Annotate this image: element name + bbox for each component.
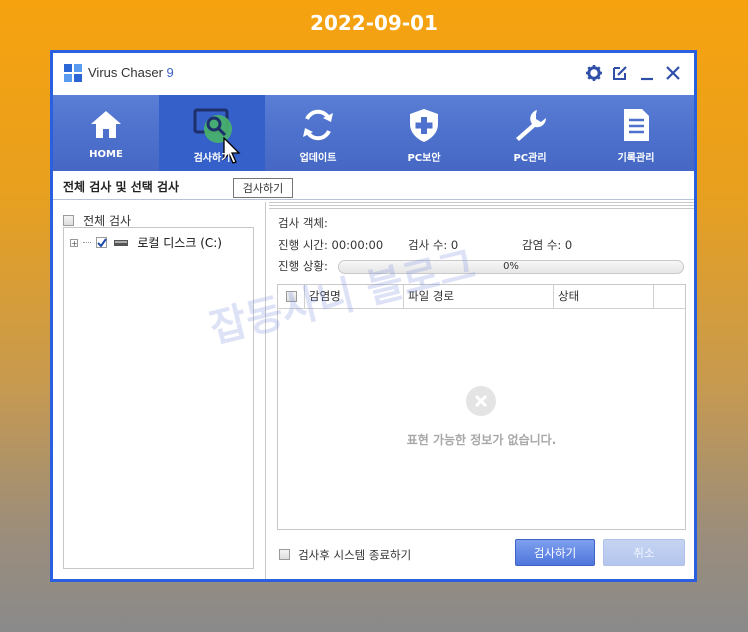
tree-expand-icon[interactable]: + (70, 238, 78, 247)
check-mark-icon (97, 238, 108, 248)
tool-home[interactable]: HOME (53, 95, 159, 171)
app-logo-icon (64, 64, 82, 82)
tool-scan[interactable]: 검사하기 (159, 95, 265, 171)
shutdown-label: 검사후 시스템 종료하기 (298, 548, 412, 562)
local-disk-label: 로컬 디스크 (C:) (137, 236, 222, 250)
tree-connector (83, 242, 92, 243)
pane-separator (265, 202, 266, 579)
document-icon (624, 109, 649, 141)
section-title: 전체 검사 및 선택 검사 (63, 180, 180, 194)
tool-pc-manage[interactable]: PC관리 (477, 95, 583, 171)
app-title: Virus Chaser 9 (88, 65, 174, 80)
edit-icon[interactable] (611, 64, 629, 82)
scan-target-label: 검사 객체: (278, 216, 328, 230)
local-disk-checkbox[interactable] (96, 237, 108, 248)
tool-update[interactable]: 업데이트 (265, 95, 371, 171)
tree-item-local-disk[interactable]: + 로컬 디스크 (C:) (70, 232, 222, 251)
wrench-icon (516, 110, 547, 141)
tool-pc-security-label: PC보안 (407, 153, 441, 164)
empty-x-icon (466, 386, 496, 416)
empty-message: 표현 가능한 정보가 없습니다. (406, 433, 557, 447)
progress-value: 0% (503, 261, 519, 272)
drive-tree: + 로컬 디스크 (C:) (63, 227, 254, 569)
shutdown-checkbox[interactable] (279, 549, 290, 560)
app-window: Virus Chaser 9 HOME 검사하기 업데이트 PC보안 PC관리 … (50, 50, 697, 582)
shutdown-option[interactable]: 검사후 시스템 종료하기 (279, 544, 411, 563)
cancel-button[interactable]: 취소 (603, 539, 685, 566)
minimize-icon[interactable] (638, 64, 656, 82)
app-version: 9 (166, 65, 174, 80)
refresh-icon (303, 109, 333, 141)
tool-history[interactable]: 기록관리 (583, 95, 689, 171)
title-bar: Virus Chaser 9 (53, 53, 694, 95)
app-window-content: Virus Chaser 9 HOME 검사하기 업데이트 PC보안 PC관리 … (53, 53, 694, 579)
right-pane-header-stripe (269, 202, 694, 209)
tooltip: 검사하기 (233, 178, 293, 198)
disk-drive-icon (114, 239, 129, 246)
app-title-text: Virus Chaser (88, 65, 163, 80)
tool-history-label: 기록관리 (617, 153, 655, 164)
tool-pc-manage-label: PC관리 (513, 153, 547, 164)
tool-pc-security[interactable]: PC보안 (371, 95, 477, 171)
column-header-status[interactable]: 상태 (554, 285, 654, 308)
full-scan-checkbox[interactable] (63, 215, 74, 226)
scan-button[interactable]: 검사하기 (515, 539, 595, 566)
tool-update-label: 업데이트 (299, 153, 337, 164)
infected-count-label: 감염 수: 0 (522, 238, 573, 252)
full-scan-label: 전체 검사 (83, 214, 132, 228)
main-toolbar: HOME 검사하기 업데이트 PC보안 PC관리 기록관리 (53, 95, 694, 171)
elapsed-time-label: 진행 시간: 00:00:00 (278, 238, 384, 252)
date-caption: 2022-09-01 (310, 11, 438, 35)
tool-home-label: HOME (89, 149, 123, 160)
home-icon (91, 111, 121, 138)
tool-scan-label: 검사하기 (193, 153, 231, 164)
divider (53, 199, 694, 200)
shield-plus-icon (410, 109, 438, 142)
settings-gear-icon[interactable] (585, 64, 603, 82)
close-icon[interactable] (664, 64, 682, 82)
